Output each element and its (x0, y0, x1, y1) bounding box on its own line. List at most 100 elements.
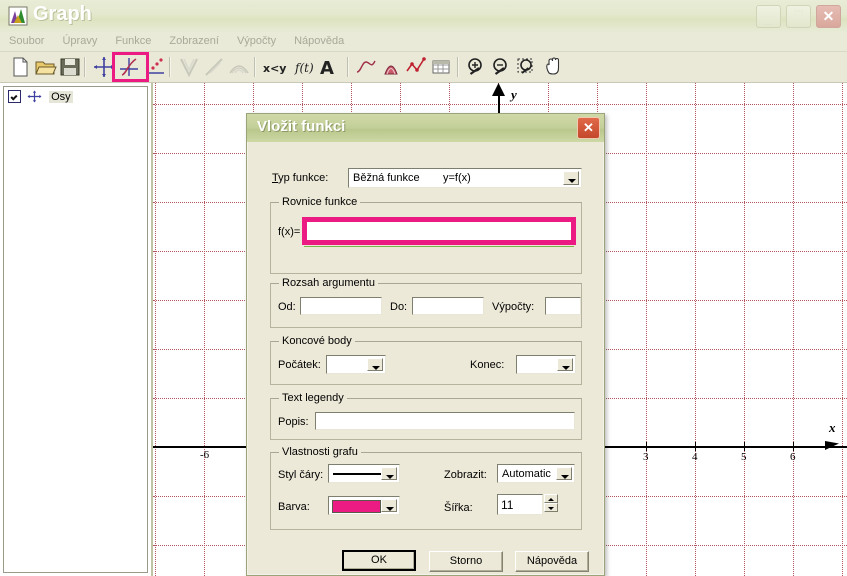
range-from-label: Od: (278, 301, 296, 313)
equation-prefix-label: f(x)= (278, 226, 301, 238)
menubar: Soubor Úpravy Funkce Zobrazení Výpočty N… (0, 32, 847, 52)
range-to-label: Do: (390, 301, 408, 313)
insert-tangent-icon[interactable] (202, 55, 226, 79)
trendline-icon[interactable] (354, 55, 378, 79)
color-swatch[interactable] (332, 500, 381, 513)
x-tick-mark (744, 442, 745, 451)
open-file-icon[interactable] (33, 55, 57, 79)
dialog-body: Typ funkce: Běžná funkce y=f(x) Rovnice … (247, 142, 604, 575)
insert-inequality-icon[interactable]: x<y (260, 55, 290, 79)
spinner-down-icon[interactable] (544, 503, 558, 512)
insert-shading-icon[interactable] (227, 55, 251, 79)
range-steps-input[interactable] (545, 297, 581, 315)
toolbar-separator (457, 57, 459, 77)
insert-function-dialog: Vložit funkci ✕ Typ funkce: Běžná funkce… (246, 113, 605, 576)
chevron-down-icon[interactable] (381, 499, 397, 512)
function-type-value: Běžná funkce (353, 172, 420, 184)
cancel-button[interactable]: Storno (429, 551, 503, 572)
color-label: Barva: (278, 501, 310, 513)
object-tree-panel: Osy (0, 83, 153, 576)
endpoint-end-combo[interactable] (516, 355, 576, 374)
help-button[interactable]: Nápověda (515, 551, 589, 572)
insert-function-highlight (112, 52, 149, 82)
function-type-formula: y=f(x) (443, 172, 471, 184)
equation-underline-accent (304, 246, 574, 247)
endpoints-group-label: Koncové body (279, 335, 355, 348)
window-title: Graph (33, 3, 92, 25)
insert-parametric-icon[interactable]: f(t) (292, 55, 316, 79)
tree-item-osy[interactable]: Osy (8, 90, 73, 106)
grid-line-vertical (695, 83, 696, 576)
save-file-icon[interactable] (58, 55, 82, 79)
new-file-icon[interactable] (8, 55, 32, 79)
menu-upravy[interactable]: Úpravy (53, 32, 106, 50)
width-spinner[interactable] (544, 494, 558, 515)
argument-range-group-label: Rozsah argumentu (279, 277, 378, 290)
width-input[interactable] (497, 494, 543, 515)
range-steps-label: Výpočty: (492, 301, 535, 313)
menu-vypocty[interactable]: Výpočty (228, 32, 285, 50)
legend-description-label: Popis: (278, 416, 309, 428)
table-icon[interactable] (429, 55, 453, 79)
grid-line-vertical (744, 83, 745, 576)
endpoint-start-combo[interactable] (326, 355, 386, 374)
line-style-label: Styl čáry: (278, 469, 324, 481)
equation-input[interactable] (307, 222, 571, 240)
x-tick-mark (793, 442, 794, 451)
graph-app-icon (8, 6, 28, 26)
menu-zobrazeni[interactable]: Zobrazení (160, 32, 228, 50)
close-button[interactable]: ✕ (816, 5, 841, 28)
width-label: Šířka: (444, 502, 473, 514)
chevron-down-icon[interactable] (367, 358, 383, 371)
x-axis-arrow (825, 441, 839, 450)
ok-button[interactable]: OK (342, 550, 416, 571)
menu-soubor[interactable]: Soubor (0, 32, 53, 50)
show-combo[interactable]: Automatic (497, 464, 575, 483)
function-type-label: Typ funkce: (272, 172, 328, 185)
tree-item-label: Osy (49, 90, 73, 103)
function-type-label-rest: yp funkce: (278, 172, 329, 184)
spinner-up-icon[interactable] (544, 494, 558, 503)
minimize-icon: _ (764, 10, 773, 27)
pan-hand-icon[interactable] (541, 55, 565, 79)
show-label: Zobrazit: (444, 469, 487, 481)
dialog-close-button[interactable]: ✕ (577, 117, 600, 139)
endpoint-start-label: Počátek: (278, 359, 321, 371)
x-tick-label: -6 (200, 449, 210, 461)
close-icon: ✕ (822, 8, 835, 24)
x-tick-label: 6 (790, 451, 796, 463)
insert-label-icon[interactable]: A (316, 55, 340, 79)
line-style-preview (333, 473, 381, 475)
axes-icon (27, 90, 42, 103)
function-type-combo[interactable]: Běžná funkce y=f(x) (348, 168, 582, 188)
chevron-down-icon[interactable] (556, 467, 572, 480)
chevron-down-icon[interactable] (557, 358, 573, 371)
window-titlebar: Graph _ ❐ ✕ (0, 0, 847, 33)
tree-item-checkbox[interactable] (8, 90, 21, 103)
zoom-window-icon[interactable] (514, 55, 538, 79)
maximize-button[interactable]: ❐ (785, 5, 811, 28)
line-style-combo[interactable] (328, 464, 400, 483)
dialog-title: Vložit funkci (257, 118, 346, 135)
minimize-button[interactable]: _ (755, 5, 781, 28)
menu-napoveda[interactable]: Nápověda (285, 32, 353, 50)
zoom-out-icon[interactable] (489, 55, 513, 79)
y-axis-label: y (511, 87, 517, 102)
toolbar-separator (254, 57, 256, 77)
fill-area-icon[interactable] (379, 55, 403, 79)
range-from-input[interactable] (300, 297, 382, 315)
legend-description-input[interactable] (315, 412, 575, 430)
menu-funkce[interactable]: Funkce (106, 32, 160, 50)
grid-line-vertical (793, 83, 794, 576)
object-tree[interactable]: Osy (3, 86, 148, 573)
x-axis-label: x (829, 420, 836, 435)
point-series-red-icon[interactable] (404, 55, 428, 79)
range-to-input[interactable] (412, 297, 484, 315)
chevron-down-icon[interactable] (381, 467, 397, 480)
chevron-down-icon[interactable] (563, 171, 579, 185)
insert-relation-icon[interactable] (177, 55, 201, 79)
color-combo[interactable] (328, 496, 400, 515)
zoom-in-icon[interactable] (464, 55, 488, 79)
y-axis-arrow (492, 83, 505, 96)
grid-line-vertical (842, 83, 843, 576)
